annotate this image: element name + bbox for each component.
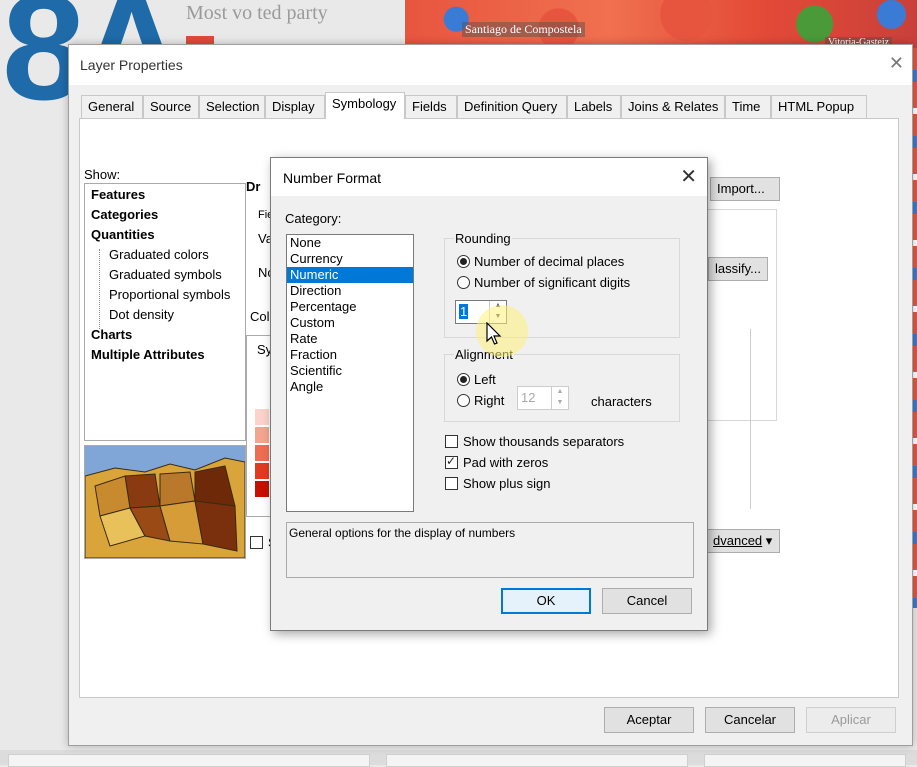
checkbox-plus-sign-label: Show plus sign — [463, 476, 551, 491]
characters-label: characters — [591, 394, 652, 409]
checkbox-plus-sign[interactable]: Show plus sign — [445, 476, 550, 491]
mouse-pointer-icon — [486, 322, 502, 345]
advanced-button-label: dvanced — [713, 533, 763, 548]
tab-html-popup[interactable]: HTML Popup — [771, 95, 867, 118]
category-custom[interactable]: Custom — [287, 315, 413, 331]
tree-item-graduated-symbols[interactable]: Graduated symbols — [109, 267, 222, 282]
tab-symbology[interactable]: Symbology — [325, 92, 405, 119]
close-icon[interactable]: ✕ — [889, 53, 904, 74]
tree-item-categories[interactable]: Categories — [91, 207, 158, 222]
checkbox-icon — [250, 536, 263, 549]
tab-labels[interactable]: Labels — [567, 95, 621, 118]
color-ramp-label-partial: Col — [250, 309, 270, 324]
category-angle[interactable]: Angle — [287, 379, 413, 395]
description-text: General options for the display of numbe… — [289, 526, 516, 540]
radio-align-left-label: Left — [474, 372, 496, 387]
window-title: Layer Properties — [80, 57, 183, 73]
window-titlebar[interactable]: Layer Properties ✕ — [69, 45, 912, 85]
advanced-button[interactable]: dvanced ▾ — [706, 529, 780, 553]
spin-down-icon: ▼ — [556, 399, 564, 406]
tab-selection[interactable]: Selection — [199, 95, 265, 118]
swatch-3[interactable] — [255, 445, 269, 461]
tree-item-features[interactable]: Features — [91, 187, 145, 202]
radio-decimal-places-label: Number of decimal places — [474, 254, 625, 269]
rounding-label: Rounding — [454, 231, 512, 246]
radio-significant-digits[interactable]: Number of significant digits — [457, 275, 630, 290]
tab-display[interactable]: Display — [265, 95, 325, 118]
accept-button[interactable]: Aceptar — [604, 707, 694, 733]
tree-item-multiple-attributes[interactable]: Multiple Attributes — [91, 347, 205, 362]
tab-source[interactable]: Source — [143, 95, 199, 118]
category-none[interactable]: None — [287, 235, 413, 251]
category-fraction[interactable]: Fraction — [287, 347, 413, 363]
checkbox-pad-zeros[interactable]: Pad with zeros — [445, 454, 549, 470]
category-label: Category: — [285, 211, 342, 226]
tree-item-graduated-colors[interactable]: Graduated colors — [109, 247, 209, 262]
tree-item-charts[interactable]: Charts — [91, 327, 132, 342]
category-scientific[interactable]: Scientific — [287, 363, 413, 379]
category-numeric[interactable]: Numeric — [287, 267, 413, 283]
radio-selected-icon — [457, 255, 470, 268]
checkbox-thousands-separators[interactable]: Show thousands separators — [445, 434, 624, 449]
swatch-1[interactable] — [255, 409, 269, 425]
background-bottom-bar — [0, 750, 917, 767]
map-preview-thumbnail — [84, 445, 246, 559]
tab-time[interactable]: Time — [725, 95, 771, 118]
drawing-label-partial: Dr — [246, 179, 261, 194]
checkbox-icon — [445, 435, 458, 448]
import-button[interactable]: Import... — [710, 177, 780, 201]
category-percentage[interactable]: Percentage — [287, 299, 413, 315]
checkbox-icon — [445, 477, 458, 490]
tab-definition-query[interactable]: Definition Query — [457, 95, 567, 118]
category-rate[interactable]: Rate — [287, 331, 413, 347]
description-box: General options for the display of numbe… — [286, 522, 694, 578]
renderer-tree: Features Categories Quantities Graduated… — [84, 183, 246, 441]
category-direction[interactable]: Direction — [287, 283, 413, 299]
show-label: Show: — [84, 167, 121, 182]
class-color-swatches — [255, 409, 269, 499]
radio-decimal-places[interactable]: Number of decimal places — [457, 254, 624, 269]
radio-align-left[interactable]: Left — [457, 372, 496, 387]
cancel-button[interactable]: Cancel — [602, 588, 692, 614]
ok-button[interactable]: OK — [501, 588, 591, 614]
radio-selected-icon — [457, 373, 470, 386]
radio-unselected-icon — [457, 276, 470, 289]
map-label-santiago: Santiago de Compostela — [462, 22, 585, 37]
category-currency[interactable]: Currency — [287, 251, 413, 267]
tree-item-proportional-symbols[interactable]: Proportional symbols — [109, 287, 230, 302]
characters-value: 12 — [521, 390, 536, 405]
checkbox-pad-zeros-label: Pad with zeros — [463, 455, 549, 470]
characters-spinner[interactable]: 12 ▲ ▼ — [517, 386, 569, 410]
spin-up-icon: ▲ — [556, 388, 564, 395]
tab-joins-relates[interactable]: Joins & Relates — [621, 95, 725, 118]
swatch-4[interactable] — [255, 463, 269, 479]
apply-button[interactable]: Aplicar — [806, 707, 896, 733]
tree-item-quantities[interactable]: Quantities — [91, 227, 155, 242]
radio-align-right-label: Right — [474, 393, 505, 408]
tab-fields[interactable]: Fields — [405, 95, 457, 118]
background-heading: Most vo ted party — [186, 2, 328, 24]
tree-item-dot-density[interactable]: Dot density — [109, 307, 174, 322]
window-cancel-button[interactable]: Cancelar — [705, 707, 795, 733]
list-divider — [750, 329, 751, 509]
radio-align-right[interactable]: Right — [457, 393, 504, 408]
spinner-arrows: ▲ ▼ — [551, 387, 568, 409]
dialog-title: Number Format — [283, 170, 382, 186]
cursor-highlight — [476, 305, 528, 357]
decimal-places-value[interactable]: 1 — [459, 304, 469, 319]
checkbox-thousands-label: Show thousands separators — [463, 434, 625, 449]
dropdown-arrow-icon: ▾ — [765, 533, 773, 548]
swatch-2[interactable] — [255, 427, 269, 443]
number-format-dialog: Number Format ✕ Category: None Currency … — [270, 157, 708, 631]
checkbox-checked-icon — [445, 454, 458, 469]
dialog-titlebar[interactable]: Number Format ✕ — [271, 158, 707, 196]
radio-significant-digits-label: Number of significant digits — [474, 275, 631, 290]
category-list[interactable]: None Currency Numeric Direction Percenta… — [286, 234, 414, 512]
dialog-close-icon[interactable]: ✕ — [680, 164, 697, 189]
classification-group-partial — [706, 209, 777, 421]
swatch-5[interactable] — [255, 481, 269, 497]
radio-unselected-icon — [457, 394, 470, 407]
tab-general[interactable]: General — [81, 95, 143, 118]
